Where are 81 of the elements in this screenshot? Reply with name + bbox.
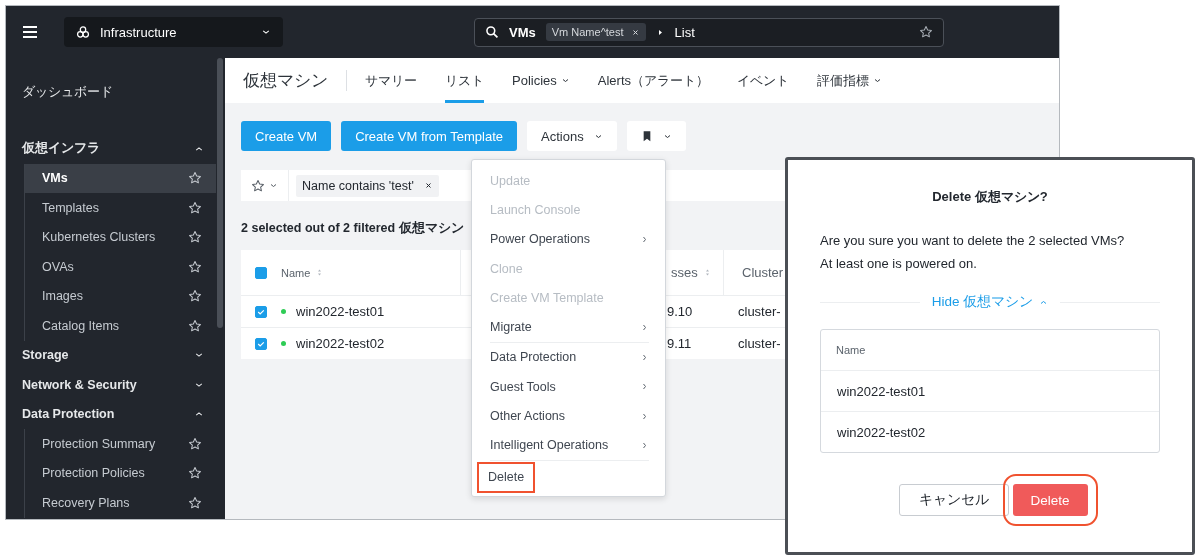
search-page: List: [674, 24, 695, 40]
dialog-message: Are you sure you want to delete the 2 selected VMs? At least one is powered on.: [820, 232, 1126, 273]
scrollbar[interactable]: [217, 58, 223, 328]
star-icon: [188, 466, 202, 481]
vm-name[interactable]: win2022-test01: [296, 304, 385, 319]
column-header[interactable]: sses: [671, 265, 712, 280]
dialog-title: Delete 仮想マシン?: [931, 188, 1049, 206]
sidebar-group[interactable]: Network & Security: [22, 370, 216, 400]
chevron-right-icon: [640, 234, 649, 244]
actions-button[interactable]: Actions: [527, 121, 617, 151]
chevron-right-icon: [640, 352, 649, 362]
star-icon: [188, 259, 202, 274]
tab[interactable]: サマリー: [365, 58, 417, 103]
chevron-right-icon: [640, 382, 649, 392]
cluster-icon: [76, 25, 90, 39]
sidebar-group[interactable]: Storage: [22, 340, 216, 370]
tab[interactable]: イベント: [737, 58, 790, 103]
menu-item[interactable]: Delete: [477, 461, 536, 493]
sidebar-item[interactable]: VMs: [25, 163, 216, 193]
menu-item[interactable]: Guest Tools: [490, 372, 649, 402]
row-checkbox[interactable]: [255, 337, 267, 350]
column-header[interactable]: Cluster: [742, 265, 784, 280]
filter-chip[interactable]: Name contains 'test': [296, 174, 439, 197]
menu-icon: [21, 23, 39, 41]
star-icon: [188, 495, 202, 510]
star-icon: [188, 230, 202, 245]
star-icon: [188, 289, 202, 304]
sidebar-item[interactable]: Images: [25, 281, 216, 311]
sidebar-item[interactable]: OVAs: [25, 252, 216, 282]
star-icon: [188, 436, 202, 451]
list-row: win2022-test01: [821, 370, 1159, 411]
star-icon: [919, 25, 933, 39]
column-header: Name: [835, 343, 867, 358]
row-checkbox[interactable]: [255, 305, 267, 318]
select-all-checkbox[interactable]: [255, 266, 267, 279]
tab[interactable]: リスト: [445, 58, 484, 103]
star-icon: [188, 200, 202, 215]
sidebar-item[interactable]: Recovery Plans: [25, 488, 216, 518]
list-row: win2022-test02: [821, 411, 1159, 452]
tab[interactable]: Alerts（アラート）: [597, 58, 710, 103]
close-icon: [423, 181, 433, 190]
close-icon: [630, 27, 640, 37]
sidebar-item[interactable]: Protection Summary: [25, 429, 216, 459]
star-icon: [251, 178, 265, 193]
app-selector[interactable]: Infrastructure: [64, 17, 283, 47]
column-header[interactable]: Name: [281, 266, 325, 279]
chevron-down-icon: [560, 76, 570, 85]
menu-item[interactable]: Data Protection: [490, 342, 649, 373]
chevron-down-icon: [269, 181, 278, 190]
search-icon: [485, 25, 499, 39]
star-icon: [188, 318, 202, 333]
menu-item[interactable]: Power Operations: [490, 224, 649, 254]
menu-item[interactable]: Other Actions: [490, 401, 649, 431]
table-cell: cluster-: [738, 336, 781, 351]
chevron-right-icon: [640, 440, 649, 450]
chevron-right-icon: [640, 411, 649, 421]
sidebar-item[interactable]: Protection Policies: [25, 458, 216, 488]
sidebar-group[interactable]: 仮想インフラ: [22, 134, 216, 164]
bookmark-button[interactable]: [626, 121, 686, 151]
search-field[interactable]: VMs Vm Name^test List: [474, 17, 944, 47]
sidebar-item[interactable]: Templates: [25, 193, 216, 223]
chevron-right-icon: [640, 322, 649, 332]
table-cell: cluster-: [738, 304, 781, 319]
page-title: 仮想マシン: [243, 70, 328, 92]
sidebar-item[interactable]: Catalog Items: [25, 311, 216, 341]
chevron-down-icon: [873, 76, 883, 85]
table-cell: 9.11: [667, 336, 692, 351]
filter-chip[interactable]: Vm Name^test: [545, 23, 646, 41]
search-entity: VMs: [509, 24, 536, 40]
vm-name[interactable]: win2022-test02: [296, 336, 385, 351]
menu-item[interactable]: Migrate: [490, 312, 649, 342]
star-icon: [188, 171, 202, 186]
tab[interactable]: Policies: [512, 58, 570, 103]
cancel-button[interactable]: キャンセル: [898, 484, 1009, 516]
menu-item[interactable]: Intelligent Operations: [490, 430, 649, 460]
selection-summary: 2 selected out of 2 filtered 仮想マシン: [241, 220, 465, 236]
sidebar-link[interactable]: ダッシュボード: [22, 58, 216, 122]
tab[interactable]: 評価指標: [817, 58, 883, 103]
sidebar-item[interactable]: Kubernetes Clusters: [25, 222, 216, 252]
table-cell: 9.10: [667, 304, 693, 319]
sidebar-group[interactable]: Data Protection: [22, 399, 216, 429]
